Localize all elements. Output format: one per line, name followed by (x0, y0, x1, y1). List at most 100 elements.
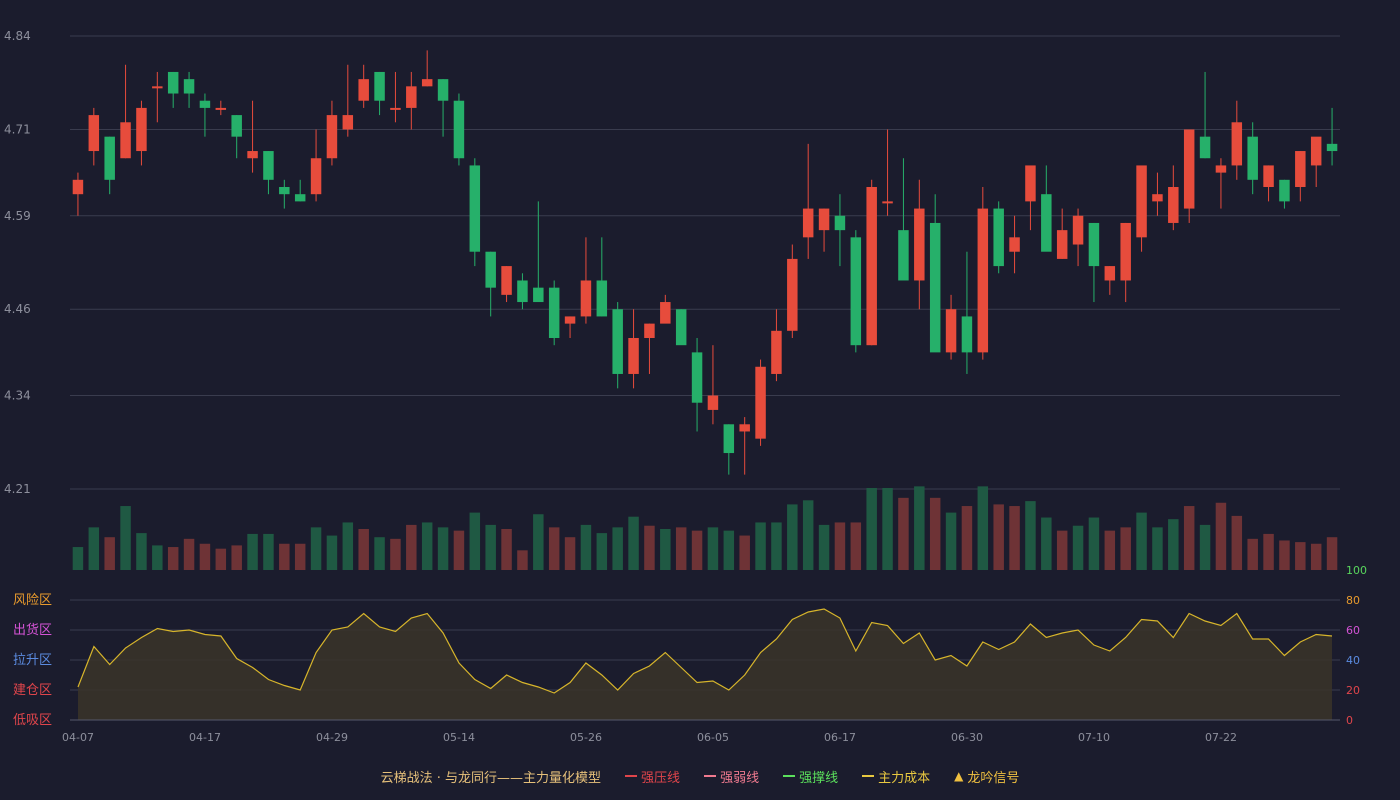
candle-body (485, 251, 496, 288)
candle-body (72, 179, 84, 195)
volume-bar (437, 527, 449, 570)
candle (691, 338, 703, 432)
date-tick-label: 06-17 (824, 731, 856, 744)
legend-item: 主力成本 (862, 767, 930, 786)
candle (834, 194, 846, 267)
volume-bar (564, 537, 576, 570)
candle (533, 201, 544, 303)
candle-body (247, 151, 258, 159)
candle (485, 251, 496, 317)
candle (215, 100, 227, 116)
candle-body (1136, 165, 1147, 238)
candle-body (612, 309, 623, 374)
volume-bar (152, 545, 163, 570)
candle-body (818, 208, 830, 231)
candle-body (802, 208, 814, 238)
candle-body (263, 151, 274, 180)
candle (914, 179, 925, 310)
legend-marker (862, 775, 875, 777)
candle (1231, 100, 1243, 180)
candle (421, 50, 433, 87)
candle (771, 309, 782, 382)
volume-bar (755, 522, 766, 570)
candle (612, 302, 623, 389)
candle-body (1120, 222, 1131, 281)
candle (152, 71, 163, 123)
candle-body (755, 366, 766, 439)
volume-bar (548, 527, 560, 570)
candle (342, 64, 354, 137)
candle-body (421, 79, 433, 87)
candle (374, 71, 385, 116)
candle (596, 237, 608, 317)
candle-body (104, 136, 115, 180)
volume-bar (1199, 524, 1211, 570)
candle-body (1025, 165, 1036, 202)
volume-bar (517, 550, 528, 570)
candle-body (1183, 129, 1195, 209)
candle (310, 129, 322, 202)
volume-bar (1247, 538, 1258, 570)
volume-bar (945, 512, 957, 570)
candle (929, 194, 941, 353)
candle (660, 294, 671, 324)
indicator-tick-label: 40 (1346, 654, 1360, 667)
volume-bar (1295, 542, 1306, 570)
indicator-tick-label: 60 (1346, 624, 1360, 637)
volume-bar (390, 538, 401, 570)
indicator-tick-label: 100 (1346, 564, 1367, 577)
volume-bar (453, 530, 465, 570)
candle (977, 187, 989, 360)
candle-body (850, 237, 862, 346)
candle-body (660, 302, 671, 324)
zone-label: 出货区 (13, 622, 52, 638)
candle-body (326, 115, 338, 159)
volume-bar (1104, 530, 1116, 570)
volume-bar (628, 516, 639, 570)
volume-bar (612, 527, 623, 570)
candle (453, 93, 465, 166)
volume-bar (898, 497, 909, 570)
candle-body (914, 208, 925, 281)
volume-bar (739, 535, 750, 570)
candle (1072, 208, 1084, 267)
candle (326, 100, 338, 166)
candle-body (390, 107, 401, 110)
candle-body (1072, 215, 1084, 245)
candle-body (406, 86, 417, 108)
volume-bar (596, 533, 608, 570)
volume-bar (691, 530, 703, 570)
date-tick-label: 04-07 (62, 731, 94, 744)
candle-body (548, 287, 560, 338)
date-tick-label: 04-29 (316, 731, 348, 744)
candle (358, 64, 369, 108)
legend-marker (783, 775, 796, 777)
stock-chart: 4.84 4.71 4.59 4.46 4.34 4.21 100 80 60 40 20 0 风险区出… (4, 29, 1367, 744)
volume-bar (374, 537, 385, 570)
zone-label: 风险区 (13, 593, 52, 608)
date-tick-label: 06-30 (951, 731, 983, 744)
candle (802, 143, 814, 259)
price-tick-label: 4.71 (4, 122, 31, 136)
candle-body (358, 79, 369, 101)
price-tick-label: 4.59 (4, 209, 31, 223)
volume-bar (993, 504, 1004, 570)
volume-bar (72, 547, 84, 570)
volume-bar (929, 497, 941, 570)
candle-body (1088, 222, 1100, 267)
candle (406, 71, 417, 130)
candle (628, 309, 639, 389)
date-tick-label: 05-26 (570, 731, 602, 744)
volume-bar (914, 486, 925, 570)
candle (231, 115, 242, 159)
volume-bar (1152, 527, 1163, 570)
candle (120, 64, 131, 159)
legend-label: 强撑线 (799, 770, 839, 786)
candle (1104, 266, 1116, 295)
candle-body (1152, 194, 1163, 202)
candle-body (374, 71, 385, 101)
candle (199, 93, 211, 137)
candle (818, 208, 830, 252)
volume-bar (850, 522, 862, 570)
volume-bar (882, 488, 893, 570)
